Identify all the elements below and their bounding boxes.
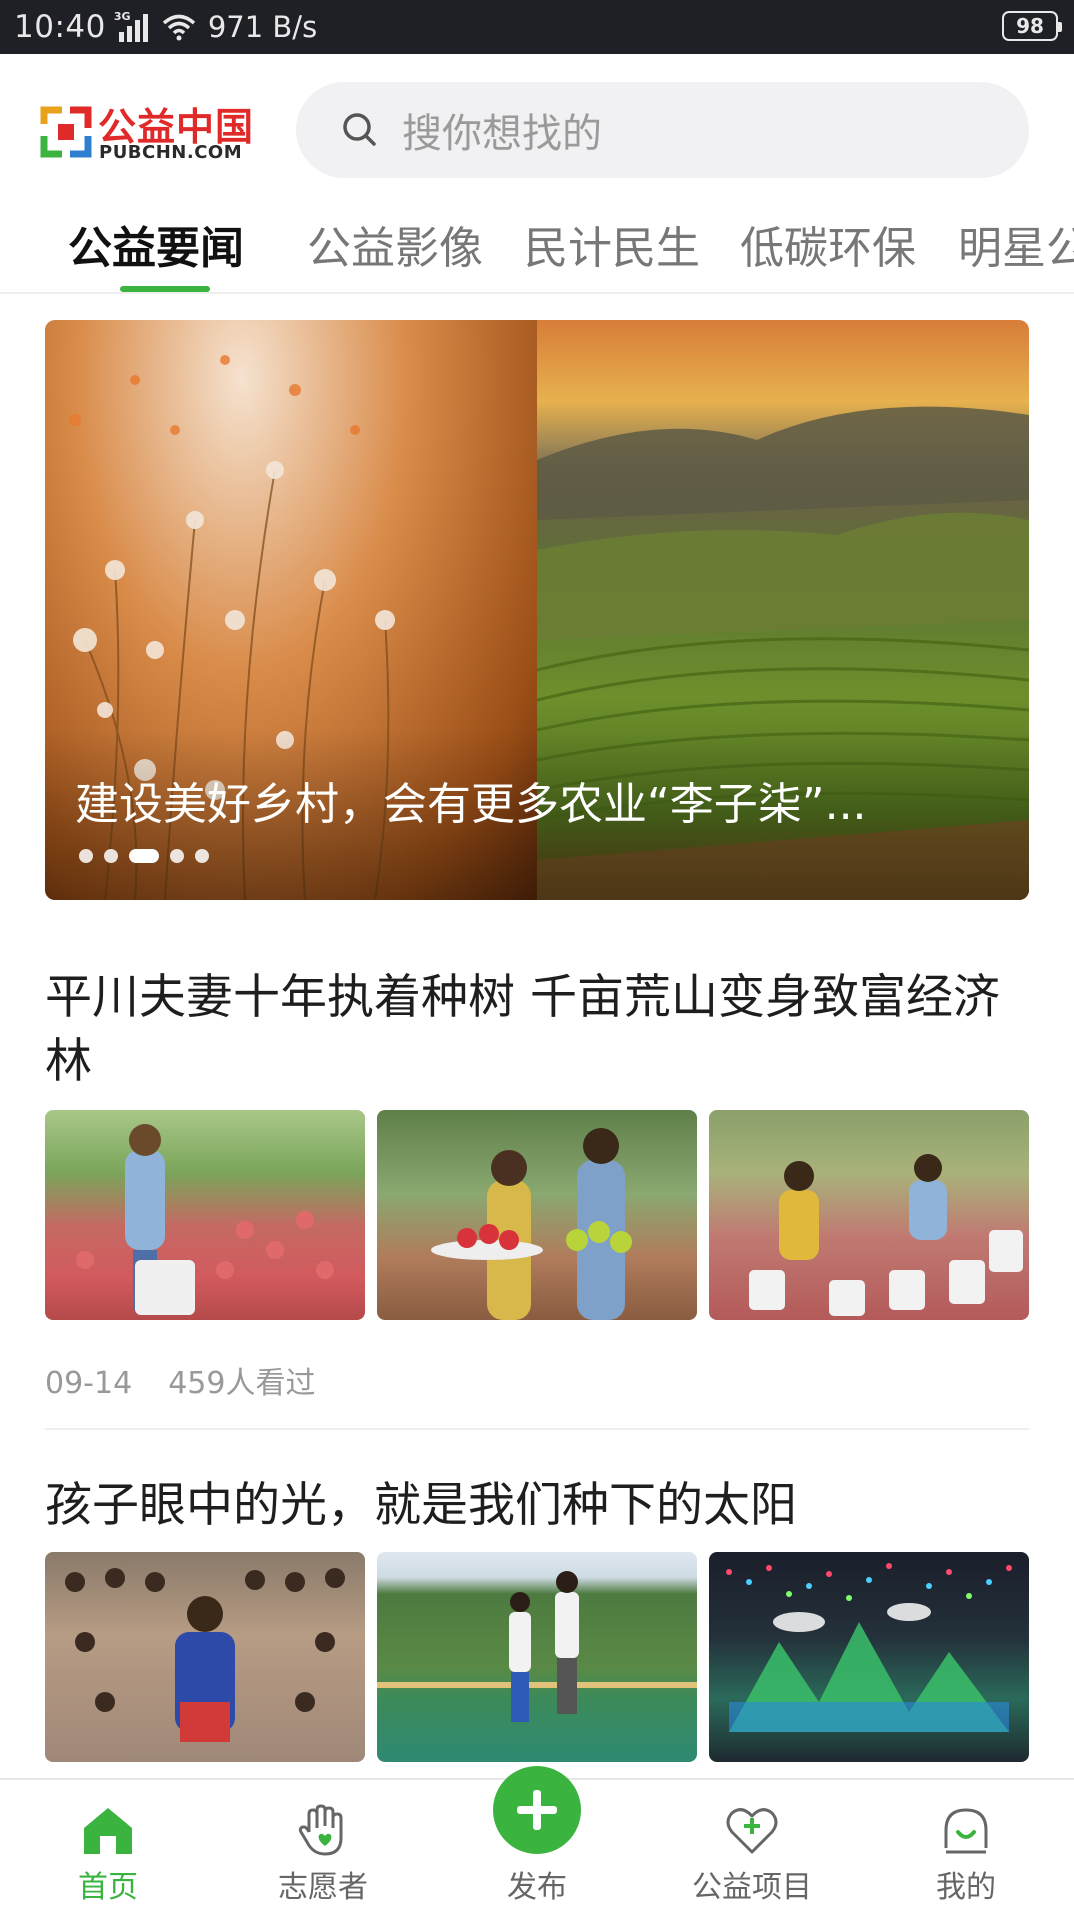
article-divider bbox=[45, 1428, 1029, 1430]
students-group-illustration bbox=[65, 1568, 345, 1742]
article-image[interactable] bbox=[45, 1552, 365, 1762]
article-meta: 09-14 459人看过 bbox=[45, 1358, 315, 1402]
nav-home-label: 首页 bbox=[78, 1870, 138, 1905]
article-thumbnails bbox=[45, 1110, 1029, 1320]
logo-text-en: PUBCHN.COM bbox=[99, 142, 243, 163]
cellular-signal-icon: 3G bbox=[113, 10, 148, 42]
wifi-icon bbox=[162, 14, 195, 41]
battery-level: 98 bbox=[1016, 14, 1044, 38]
category-tabs: 公益要闻 公益影像 民计民生 低碳环保 明星公益 bbox=[0, 204, 1074, 294]
nav-volunteer[interactable]: 志愿者 bbox=[243, 1780, 403, 1914]
stage-lights-illustration bbox=[726, 1563, 1012, 1732]
article-title[interactable]: 孩子眼中的光，就是我们种下的太阳 bbox=[45, 1474, 1029, 1538]
article-title[interactable]: 平川夫妻十年执着种树 千亩荒山变身致富经济林 bbox=[45, 966, 1029, 1094]
banner-title[interactable]: 建设美好乡村，会有更多农业“李子柒”... bbox=[75, 768, 975, 832]
article-image[interactable] bbox=[45, 1110, 365, 1320]
active-tab-indicator bbox=[120, 286, 210, 292]
nav-projects-label: 公益项目 bbox=[692, 1870, 812, 1905]
battery-icon: 98 bbox=[1002, 11, 1062, 41]
article-thumbnails bbox=[45, 1552, 1029, 1762]
tab-images[interactable]: 公益影像 bbox=[307, 212, 483, 276]
carousel-indicator bbox=[79, 849, 220, 863]
news-article[interactable]: 孩子眼中的光，就是我们种下的太阳 bbox=[45, 1474, 1029, 1762]
fruit-buckets-illustration bbox=[749, 1154, 1023, 1316]
article-views: 459人看过 bbox=[168, 1366, 316, 1401]
search-icon bbox=[343, 113, 376, 146]
children-playground-illustration bbox=[377, 1571, 697, 1722]
heart-plus-icon bbox=[726, 1808, 778, 1854]
network-speed: 971 B/s bbox=[207, 10, 318, 44]
news-article[interactable]: 平川夫妻十年执着种树 千亩荒山变身致富经济林 09-14 459人看过 bbox=[45, 966, 1029, 1401]
carousel-dot[interactable] bbox=[195, 849, 209, 863]
carousel-dot[interactable] bbox=[170, 849, 184, 863]
volunteer-hand-icon bbox=[298, 1804, 343, 1856]
article-image[interactable] bbox=[709, 1110, 1029, 1320]
nav-home[interactable]: 首页 bbox=[28, 1780, 188, 1914]
status-time: 10:40 bbox=[14, 9, 106, 45]
profile-smile-icon bbox=[944, 1808, 988, 1854]
carousel-dot[interactable] bbox=[79, 849, 93, 863]
article-date: 09-14 bbox=[45, 1366, 133, 1401]
carousel-dot[interactable] bbox=[104, 849, 118, 863]
tab-news[interactable]: 公益要闻 bbox=[68, 212, 244, 276]
article-image[interactable] bbox=[377, 1110, 697, 1320]
article-image[interactable] bbox=[377, 1552, 697, 1762]
couple-fruit-illustration bbox=[431, 1128, 632, 1320]
home-icon bbox=[84, 1808, 132, 1854]
nav-projects[interactable]: 公益项目 bbox=[672, 1780, 832, 1914]
banner-carousel[interactable]: 建设美好乡村，会有更多农业“李子柒”... bbox=[45, 320, 1029, 900]
peach-harvest-illustration bbox=[76, 1124, 334, 1315]
article-image[interactable] bbox=[709, 1552, 1029, 1762]
app-logo[interactable]: 公益中国 PUBCHN.COM bbox=[40, 96, 255, 166]
tab-low-carbon[interactable]: 低碳环保 bbox=[740, 212, 916, 276]
logo-mark-icon bbox=[40, 106, 92, 158]
nav-volunteer-label: 志愿者 bbox=[278, 1870, 368, 1905]
tab-celebrity[interactable]: 明星公益 bbox=[958, 212, 1074, 276]
nav-publish-label: 发布 bbox=[507, 1870, 567, 1905]
app-header: 公益中国 PUBCHN.COM 搜你想找的 bbox=[0, 54, 1074, 204]
app-screen: 10:40 3G 971 B/s 98 公益中国 PUBCHN.COM 搜你想找… bbox=[0, 0, 1074, 1914]
carousel-dot-active[interactable] bbox=[129, 849, 159, 863]
tab-livelihood[interactable]: 民计民生 bbox=[524, 212, 700, 276]
search-placeholder: 搜你想找的 bbox=[402, 111, 602, 157]
nav-profile-label: 我的 bbox=[936, 1870, 996, 1905]
publish-plus-button[interactable] bbox=[493, 1766, 581, 1854]
status-bar: 10:40 3G 971 B/s 98 bbox=[0, 0, 1074, 54]
search-bar[interactable]: 搜你想找的 bbox=[296, 82, 1029, 178]
network-type: 3G bbox=[113, 10, 131, 23]
nav-profile[interactable]: 我的 bbox=[886, 1780, 1046, 1914]
